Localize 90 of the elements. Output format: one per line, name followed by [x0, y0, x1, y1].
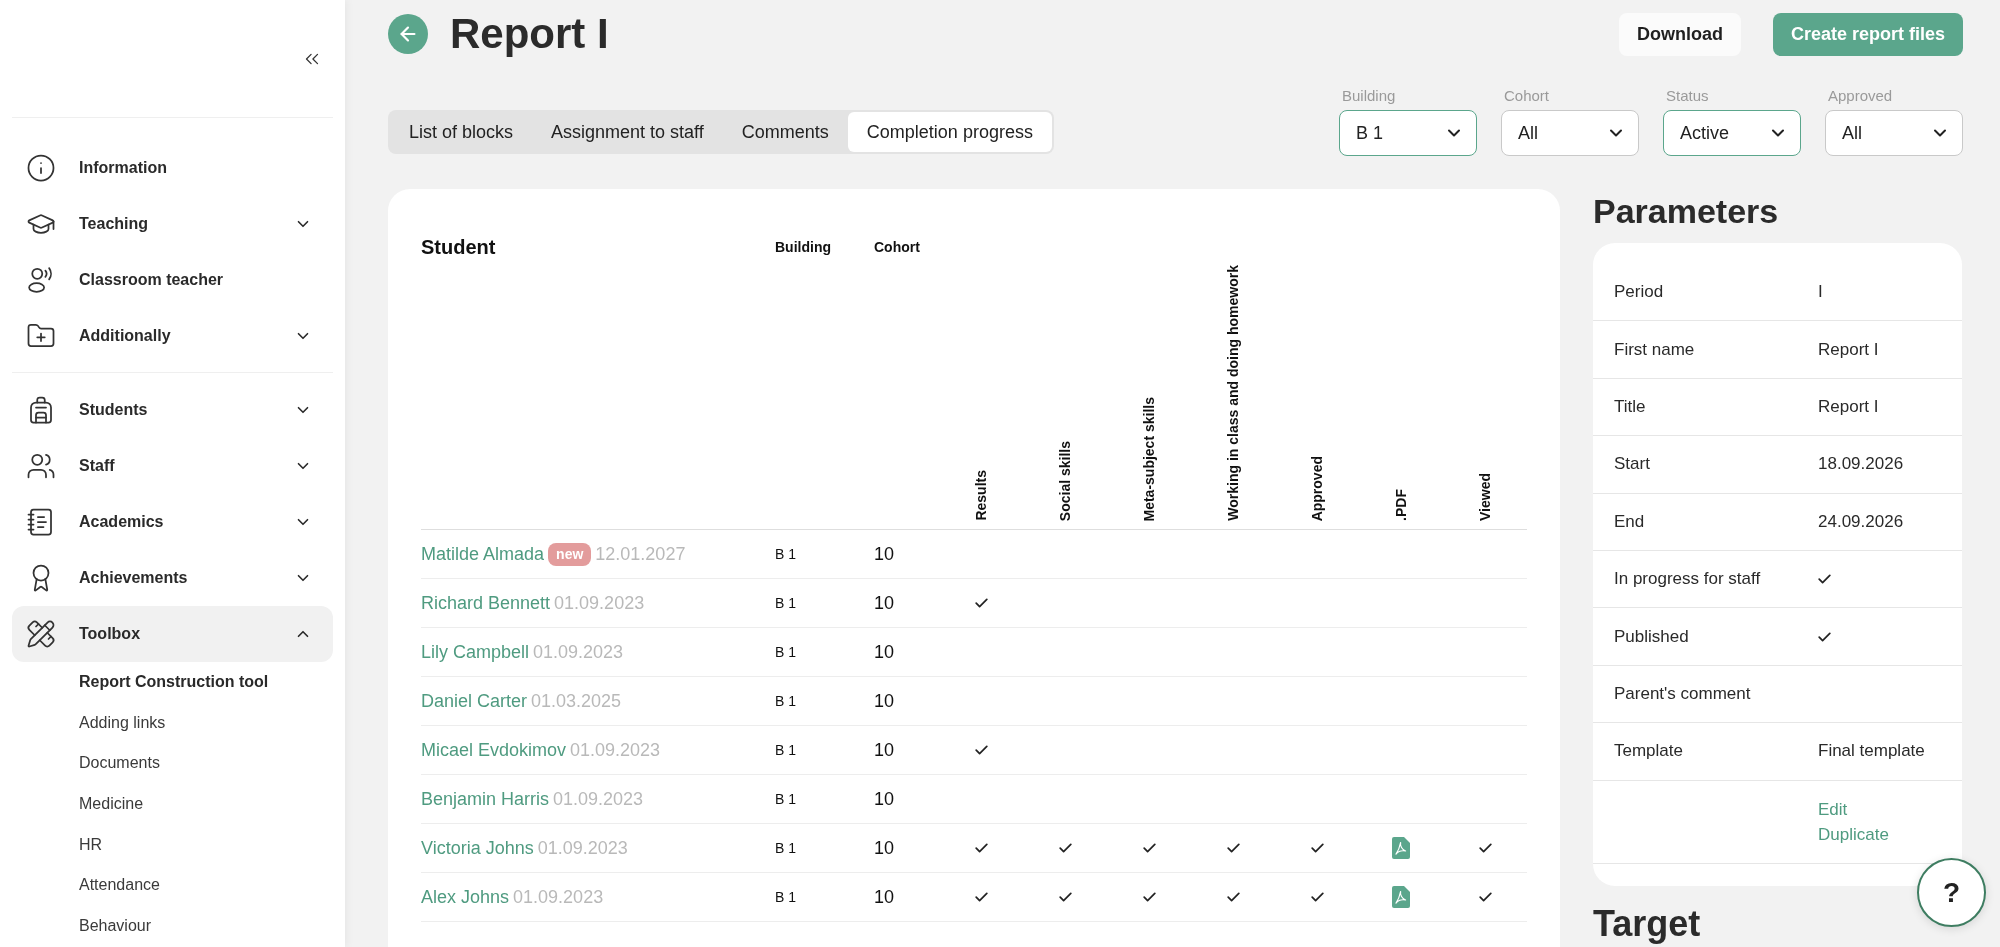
sidebar-subitem[interactable]: Adding links	[79, 702, 166, 744]
filter-label: Approved	[1827, 87, 1893, 105]
sidebar-subitem[interactable]: Documents	[79, 743, 160, 785]
table-cell: B 1	[775, 840, 796, 856]
parameter-label: Template	[1614, 741, 1683, 762]
table-cell: B 1	[775, 644, 796, 660]
sidebar-subitem[interactable]: Medicine	[79, 784, 144, 825]
date-text: 12.01.2027	[595, 543, 686, 565]
column-header: Approved	[1308, 455, 1326, 521]
date-text: 01.09.2023	[537, 837, 628, 859]
tab[interactable]: List of blocks	[390, 112, 533, 152]
sidebar-item[interactable]: Information	[12, 140, 333, 196]
table-cell: 10	[874, 592, 895, 614]
parameter-label: Period	[1614, 282, 1664, 303]
filter-dropdown[interactable]: Active	[1663, 110, 1801, 156]
parameter-value: Report I	[1818, 339, 1879, 360]
filter-label: Building	[1341, 87, 1396, 105]
date-text: 01.09.2023	[513, 886, 604, 908]
column-header: Viewed	[1476, 473, 1494, 521]
date-text: 01.09.2023	[533, 641, 624, 663]
table-cell: 10	[874, 739, 895, 761]
parameter-label: First name	[1614, 339, 1695, 360]
sidebar-item[interactable]: Students	[12, 382, 333, 438]
help-button[interactable]: ?	[1917, 858, 1986, 927]
people-icon	[26, 451, 56, 481]
date-text: 01.09.2023	[553, 788, 644, 810]
parameter-label: End	[1614, 511, 1645, 532]
table-cell: B 1	[775, 595, 796, 611]
date-text: 01.03.2025	[531, 690, 622, 712]
sidebar-item[interactable]: Teaching	[12, 196, 333, 252]
column-header: Social skills	[1056, 440, 1074, 521]
sidebar-item[interactable]: Classroom teacher	[12, 252, 333, 308]
back-button[interactable]	[388, 14, 428, 54]
parameter-label: Start	[1614, 454, 1650, 475]
table-cell: 10	[874, 690, 895, 712]
sidebar-item[interactable]: Academics	[12, 494, 333, 550]
table-cell: B 1	[775, 791, 796, 807]
parameter-value: I	[1818, 282, 1823, 303]
parameter-label: Title	[1614, 396, 1646, 417]
page-title: Report I	[450, 10, 609, 58]
pdf-file-icon[interactable]	[1392, 886, 1410, 908]
parameter-value: Final template	[1818, 741, 1925, 762]
table-cell: 10	[874, 543, 895, 565]
date-text: 01.09.2023	[570, 739, 661, 761]
info-icon	[26, 153, 56, 183]
table-cell: 10	[874, 837, 895, 859]
filter-label: Cohort	[1503, 87, 1550, 105]
sidebar-item[interactable]: Achievements	[12, 550, 333, 606]
filter-dropdown[interactable]: All	[1825, 110, 1963, 156]
table-cell: B 1	[775, 742, 796, 758]
pencil-ruler-icon	[26, 619, 56, 649]
parameter-value: 24.09.2026	[1818, 511, 1904, 532]
column-header: Building	[775, 238, 831, 257]
tab[interactable]: Completion progress	[847, 112, 1052, 152]
section-heading: Target	[1593, 904, 1701, 943]
parameter-label: Published	[1614, 626, 1689, 647]
status-badge: new	[548, 542, 592, 566]
table-cell: B 1	[775, 693, 796, 709]
table-cell: B 1	[775, 546, 796, 562]
column-header: Student	[421, 235, 496, 259]
sidebar-subitem[interactable]: Behaviour	[79, 906, 152, 947]
column-header: Working in class and doing homework	[1224, 265, 1242, 521]
table-cell: 10	[874, 641, 895, 663]
sidebar-subitem[interactable]: Attendance	[79, 865, 160, 907]
filter-dropdown[interactable]: B 1	[1339, 110, 1477, 156]
tab[interactable]: Comments	[722, 112, 848, 152]
column-header: Results	[972, 470, 990, 521]
tab[interactable]: Assignment to staff	[532, 112, 723, 152]
table-cell: B 1	[775, 889, 796, 905]
parameter-label: Parent's comment	[1614, 683, 1751, 704]
download-button[interactable]: Download	[1618, 12, 1741, 56]
pdf-file-icon[interactable]	[1392, 837, 1410, 859]
sidebar-item[interactable]: Staff	[12, 438, 333, 494]
table-cell: 10	[874, 788, 895, 810]
date-text: 01.09.2023	[554, 592, 645, 614]
sidebar-item[interactable]: Toolbox	[12, 606, 333, 662]
sidebar-item[interactable]: Additionally	[12, 308, 333, 364]
sidebar-subitem[interactable]: HR	[79, 824, 103, 866]
filter-label: Status	[1665, 87, 1709, 105]
student-link[interactable]: Alex Johns	[421, 886, 510, 908]
parameter-value: Report I	[1818, 396, 1879, 417]
parameter-value: 18.09.2026	[1818, 454, 1904, 475]
column-header: .PDF	[1392, 489, 1410, 521]
parameter-label: In progress for staff	[1614, 569, 1761, 590]
section-heading: Parameters	[1593, 191, 1779, 231]
column-header: Cohort	[874, 238, 920, 257]
table-cell: 10	[874, 886, 895, 908]
sidebar-subitem[interactable]: Report Construction tool	[79, 662, 269, 703]
filter-dropdown[interactable]: All	[1501, 110, 1639, 156]
column-header: Meta-subject skills	[1140, 396, 1158, 521]
